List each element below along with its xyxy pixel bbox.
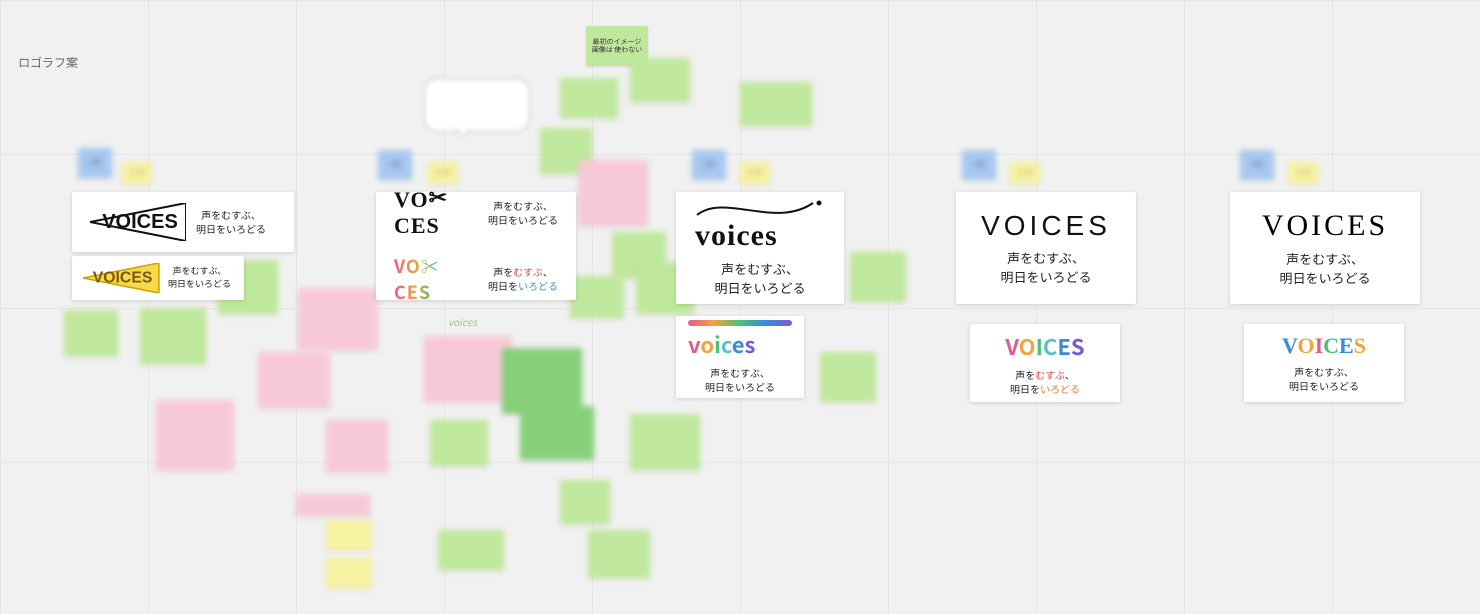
whiteboard-canvas[interactable]: ロゴラフ案 最初のイメージ画像は 使わない A案 メモ A案 メモ A案 メモ … (0, 0, 1480, 614)
sticky-note[interactable] (630, 58, 690, 102)
tagline: 声をむすぶ、 明日をいろどる (1289, 365, 1359, 393)
sticky-note[interactable] (820, 352, 876, 402)
sticky-note[interactable] (438, 530, 504, 570)
sticky-note[interactable] (298, 288, 378, 350)
sticky-note[interactable] (570, 276, 624, 318)
sticky-note[interactable]: A案 (78, 148, 112, 178)
voices-logo-elegant: VOICES (1262, 209, 1388, 243)
sticky-note[interactable] (326, 520, 372, 550)
sticky-note[interactable] (850, 252, 906, 302)
voices-logo-thin-color: VOICES (1005, 330, 1084, 362)
logo-card-perspective-mono[interactable]: VOICES 声をむすぶ、 明日をいろどる (72, 192, 294, 252)
voices-logo-scissors: VO✂CES (394, 187, 476, 239)
sticky-note[interactable]: A案 (692, 150, 726, 180)
voices-logo-perspective-yellow: VOICES (82, 263, 160, 293)
logo-card-perspective-yellow[interactable]: VOICES 声をむすぶ、 明日をいろどる (72, 256, 244, 300)
sticky-note[interactable] (140, 308, 206, 364)
tagline: 声をむすぶ、 明日をいろどる (196, 208, 266, 236)
sticky-note[interactable] (630, 414, 700, 470)
sticky-note[interactable] (424, 336, 512, 402)
svg-text:VOICES: VOICES (93, 270, 153, 287)
sticky-note[interactable] (588, 530, 650, 578)
sticky-note[interactable]: A案 (962, 150, 996, 180)
tagline: 声をむすぶ、 明日をいろどる (1000, 248, 1091, 287)
logo-card-elegant-mono[interactable]: VOICES 声をむすぶ、 明日をいろどる (1230, 192, 1420, 304)
frame-label: ロゴラフ案 (18, 54, 78, 71)
sticky-note[interactable] (326, 420, 388, 472)
tagline: 声をむすぶ、 明日をいろどる (1279, 249, 1370, 288)
voices-logo-scissors-color: VO✂CES (394, 253, 476, 305)
logo-card-thin-mono[interactable]: VOICES 声をむすぶ、 明日をいろどる (956, 192, 1136, 304)
logo-card-elegant-color[interactable]: VOICES 声をむすぶ、 明日をいろどる (1244, 324, 1404, 402)
sticky-note[interactable] (560, 480, 610, 524)
sticky-note[interactable]: A案 (378, 150, 412, 180)
logo-card-thin-color[interactable]: VOICES 声をむすぶ、 明日をいろどる (970, 324, 1120, 402)
sticky-note[interactable]: メモ (122, 162, 152, 184)
voices-logo-perspective: VOICES (90, 203, 186, 241)
tagline: 声をむすぶ、 明日をいろどる (488, 265, 558, 293)
sticky-note[interactable] (560, 78, 618, 118)
sticky-note[interactable]: A案 (1240, 150, 1274, 180)
sticky-note[interactable] (520, 406, 594, 460)
voices-signature: voices (448, 314, 477, 329)
sticky-note[interactable] (156, 400, 234, 470)
tagline: 声をむすぶ、 明日をいろどる (1010, 368, 1080, 396)
sticky-note[interactable] (430, 420, 488, 466)
sticky-note[interactable] (258, 352, 330, 408)
tagline: 声をむすぶ、 明日をいろどる (714, 259, 805, 298)
logo-card-flowline-color[interactable]: voices 声をむすぶ、 明日をいろどる (676, 316, 804, 398)
sticky-note[interactable]: メモ (1010, 162, 1040, 184)
sticky-note[interactable]: メモ (1288, 162, 1318, 184)
sticky-note[interactable]: メモ (740, 162, 770, 184)
voices-logo-flowline-color: voices (688, 334, 755, 358)
tagline: 声をむすぶ、 明日をいろどる (705, 366, 775, 394)
sticky-note[interactable] (64, 310, 118, 356)
sticky-note[interactable] (502, 348, 582, 414)
sticky-note[interactable] (326, 558, 372, 588)
speech-bubble[interactable] (424, 78, 530, 132)
tagline: 声をむすぶ、 明日をいろどる (168, 265, 231, 290)
logo-card-flowline-mono[interactable]: voices 声をむすぶ、 明日をいろどる (676, 192, 844, 304)
voices-logo-thin: VOICES (981, 210, 1111, 242)
sticky-note[interactable] (296, 494, 370, 516)
voices-logo-flowline: voices (695, 199, 825, 253)
voices-logo-elegant-color: VOICES (1282, 333, 1366, 359)
tagline: 声をむすぶ、 明日をいろどる (488, 199, 558, 227)
sticky-note[interactable]: メモ (428, 162, 458, 184)
logo-card-scissors[interactable]: VO✂CES 声をむすぶ、 明日をいろどる VO✂CES 声をむすぶ、 明日をい… (376, 192, 576, 300)
sticky-note[interactable] (740, 82, 812, 126)
sticky-note[interactable] (578, 160, 648, 226)
svg-text:VOICES: VOICES (102, 211, 178, 233)
